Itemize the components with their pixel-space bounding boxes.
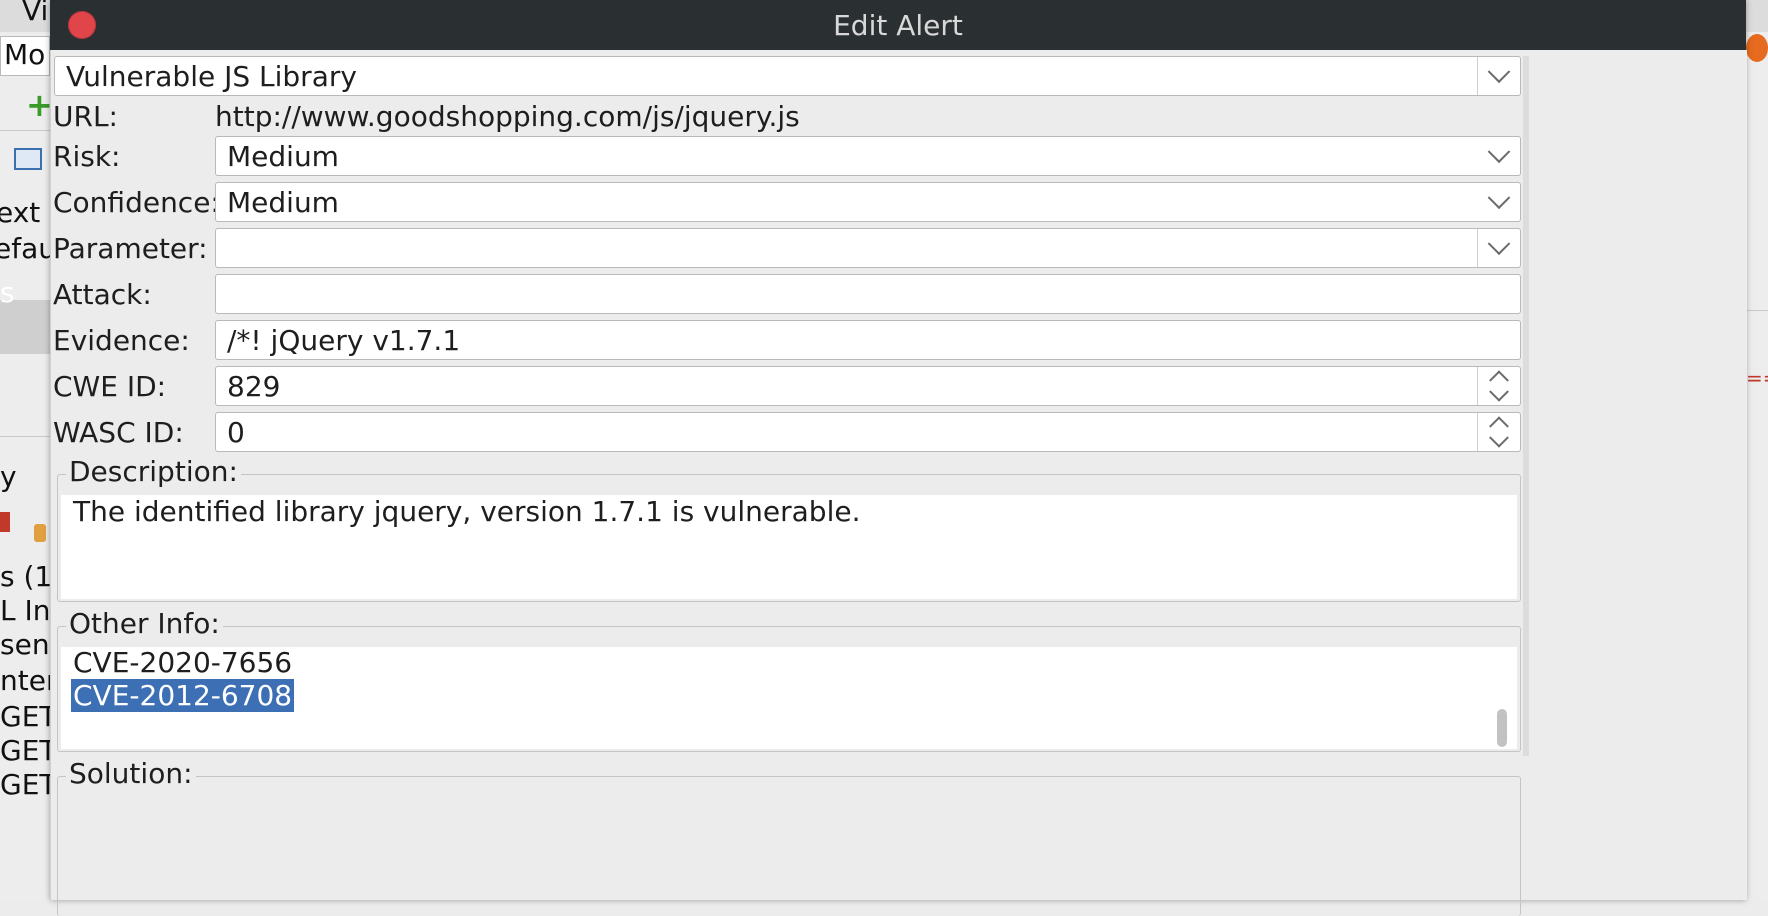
chevron-down-icon[interactable]: [1477, 57, 1520, 95]
cwe-id-value: 829: [227, 369, 281, 403]
attack-label: Attack:: [53, 278, 152, 311]
confidence-value: Medium: [227, 185, 339, 219]
description-label: Description:: [66, 455, 241, 488]
wasc-id-label: WASC ID:: [53, 416, 184, 449]
background-text: ext: [0, 196, 41, 229]
wasc-id-value: 0: [227, 415, 245, 449]
evidence-label: Evidence:: [53, 324, 190, 357]
background-text: Vi: [22, 0, 49, 27]
cwe-id-label: CWE ID:: [53, 370, 167, 403]
description-text: The identified library jquery, version 1…: [73, 495, 861, 528]
dialog-scrollbar[interactable]: [1523, 56, 1529, 756]
other-info-label: Other Info:: [66, 607, 223, 640]
alert-name-value: Vulnerable JS Library: [66, 59, 357, 93]
wasc-id-spinner[interactable]: 0: [215, 412, 1521, 452]
evidence-value: /*! jQuery v1.7.1: [227, 323, 461, 357]
spinner-arrows-icon[interactable]: [1477, 413, 1520, 451]
risk-value: Medium: [227, 139, 339, 173]
background-text: s: [0, 276, 15, 309]
background-window-right: ==: [1746, 0, 1768, 900]
background-text: sen: [0, 628, 50, 661]
background-text: y: [0, 460, 17, 493]
background-text: efau: [0, 232, 50, 265]
plus-icon[interactable]: +: [26, 86, 50, 124]
other-info-line-selected: CVE-2012-6708: [71, 679, 295, 712]
import-icon[interactable]: [14, 148, 42, 170]
chevron-down-icon[interactable]: [1478, 183, 1520, 221]
solution-group: Solution:: [57, 757, 1521, 916]
background-text: GET: [0, 768, 50, 801]
background-window-left: Vi Mo + ext efau s y s (1 L In sen nter …: [0, 0, 50, 900]
alert-name-select[interactable]: Vulnerable JS Library: [54, 56, 1521, 96]
parameter-label: Parameter:: [53, 232, 208, 265]
confidence-select[interactable]: Medium: [215, 182, 1521, 222]
other-info-group: Other Info: CVE-2020-7656 CVE-2012-6708: [57, 607, 1521, 752]
attack-field[interactable]: [215, 274, 1521, 314]
other-info-textarea[interactable]: CVE-2020-7656 CVE-2012-6708: [61, 646, 1517, 749]
background-text: GET: [0, 734, 50, 767]
spinner-arrows-icon[interactable]: [1477, 367, 1520, 405]
background-titlebar: [1746, 0, 1768, 32]
confidence-label: Confidence:: [53, 186, 220, 219]
edit-alert-dialog: Edit Alert Vulnerable JS Library URL: ht…: [50, 0, 1747, 916]
solution-label: Solution:: [66, 757, 196, 790]
background-text: Mo: [4, 38, 46, 71]
background-text: L In: [0, 594, 50, 627]
dialog-title: Edit Alert: [833, 8, 963, 42]
url-label: URL:: [53, 100, 118, 133]
background-text: ==: [1746, 366, 1768, 390]
evidence-field[interactable]: /*! jQuery v1.7.1: [215, 320, 1521, 360]
background-text: s (1: [0, 560, 50, 593]
url-value: http://www.goodshopping.com/js/jquery.js: [215, 100, 800, 133]
risk-select[interactable]: Medium: [215, 136, 1521, 176]
background-text: nter: [0, 664, 50, 697]
background-text: GET: [0, 700, 50, 733]
firefox-icon[interactable]: [1746, 34, 1768, 62]
tool-icon[interactable]: [0, 512, 10, 532]
other-info-line: CVE-2020-7656: [73, 646, 293, 679]
description-textarea[interactable]: The identified library jquery, version 1…: [61, 495, 1517, 599]
chevron-down-icon[interactable]: [1477, 229, 1520, 267]
risk-label: Risk:: [53, 140, 121, 173]
close-button[interactable]: [68, 11, 96, 39]
tool-icon[interactable]: [34, 524, 46, 542]
description-group: Description: The identified library jque…: [57, 455, 1521, 602]
parameter-select[interactable]: [215, 228, 1521, 268]
dialog-titlebar[interactable]: Edit Alert: [50, 0, 1746, 50]
chevron-down-icon[interactable]: [1478, 137, 1520, 175]
cwe-id-spinner[interactable]: 829: [215, 366, 1521, 406]
dialog-content: Vulnerable JS Library URL: http://www.go…: [50, 50, 1747, 916]
scrollbar-thumb[interactable]: [1497, 709, 1507, 747]
